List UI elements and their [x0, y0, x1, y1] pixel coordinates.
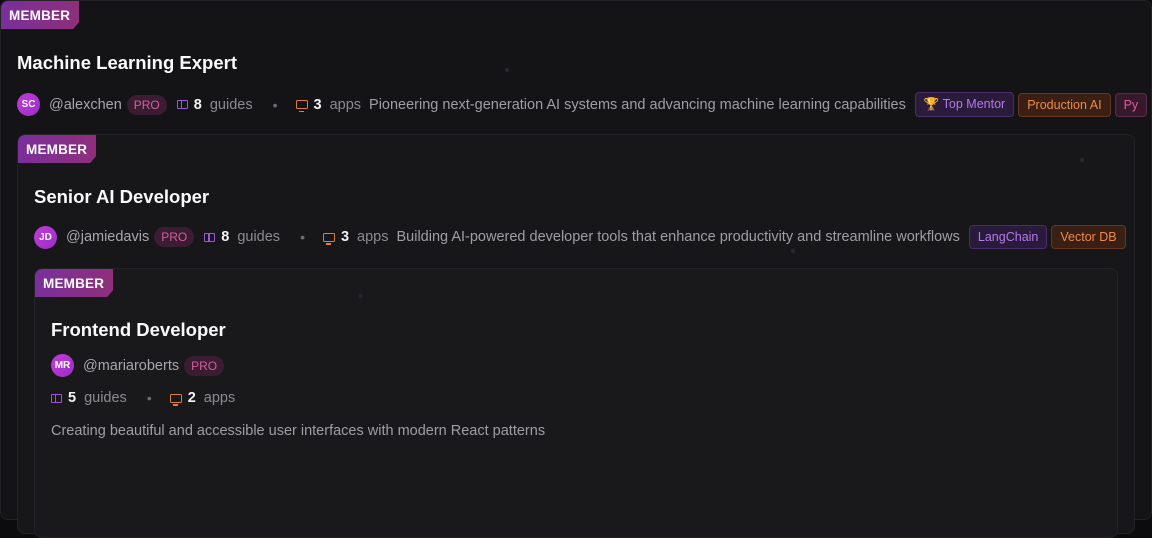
guides-label: guides — [237, 229, 281, 245]
apps-count: 3 — [340, 229, 350, 245]
pro-badge: PRO — [154, 227, 195, 247]
card-user-row: MR @mariaroberts PRO — [51, 354, 234, 377]
separator-dot: • — [272, 96, 278, 113]
card-title: Senior AI Developer — [34, 186, 210, 207]
card-title: Frontend Developer — [51, 319, 226, 340]
book-icon — [51, 393, 62, 403]
guides-count: 5 — [68, 390, 77, 406]
monitor-icon — [322, 232, 335, 245]
monitor-icon — [169, 393, 182, 406]
apps-count: 3 — [313, 96, 322, 113]
separator-dot: • — [146, 390, 152, 406]
guides-count: 8 — [193, 96, 202, 113]
member-badge: MEMBER — [1, 1, 79, 29]
card-stats-row: 5 guides • 2 apps — [51, 390, 235, 406]
background-speck — [1080, 158, 1084, 162]
book-icon — [176, 100, 188, 109]
book-icon — [204, 232, 216, 242]
card-meta-row: SC @alexchen PRO 8 guides • 3 apps Pione… — [17, 92, 1151, 117]
apps-stat[interactable]: 2 apps — [169, 390, 236, 406]
user-handle-link[interactable]: @alexchen — [49, 97, 122, 113]
tag-top-mentor[interactable]: 🏆 Top Mentor — [914, 92, 1015, 117]
card-description: Pioneering next-generation AI systems an… — [369, 96, 906, 113]
guides-stat[interactable]: 5 guides — [51, 390, 127, 406]
pro-badge: PRO — [184, 355, 225, 376]
apps-stat[interactable]: 3 apps — [322, 229, 389, 245]
pro-badge: PRO — [126, 94, 167, 115]
guides-label: guides — [209, 96, 253, 113]
member-card-mariaroberts[interactable]: MEMBER Frontend Developer MR @mariarober… — [34, 268, 1118, 538]
background-speck — [359, 294, 363, 298]
guides-count: 8 — [221, 229, 230, 245]
monitor-icon — [295, 100, 308, 112]
apps-label: apps — [329, 96, 362, 113]
apps-stat[interactable]: 3 apps — [295, 96, 362, 113]
user-handle-link[interactable]: @jamiedavis — [66, 229, 149, 245]
avatar[interactable]: SC — [17, 93, 40, 116]
tag-production-ai[interactable]: Production AI — [1018, 92, 1111, 117]
guides-stat[interactable]: 8 guides — [176, 96, 253, 113]
member-badge: MEMBER — [18, 135, 96, 163]
avatar[interactable]: MR — [51, 354, 74, 377]
user-handle-link[interactable]: @mariaroberts — [83, 358, 179, 374]
background-speck — [505, 68, 509, 72]
guides-stat[interactable]: 8 guides — [204, 229, 280, 245]
tag-langchain[interactable]: LangChain — [968, 225, 1048, 249]
card-meta-row: JD @jamiedavis PRO 8 guides • 3 apps Bui… — [34, 225, 1130, 249]
tag-python[interactable]: Py — [1114, 92, 1148, 117]
card-description: Creating beautiful and accessible user i… — [51, 423, 546, 439]
member-badge: MEMBER — [35, 269, 113, 297]
apps-label: apps — [203, 390, 236, 406]
card-title: Machine Learning Expert — [17, 52, 237, 73]
tag-vector-db[interactable]: Vector DB — [1051, 225, 1126, 249]
avatar[interactable]: JD — [34, 225, 57, 249]
guides-label: guides — [84, 390, 127, 406]
apps-count: 2 — [187, 390, 196, 406]
apps-label: apps — [357, 229, 389, 245]
card-description: Building AI-powered developer tools that… — [396, 229, 960, 245]
separator-dot: • — [300, 229, 305, 245]
background-speck — [791, 249, 795, 253]
